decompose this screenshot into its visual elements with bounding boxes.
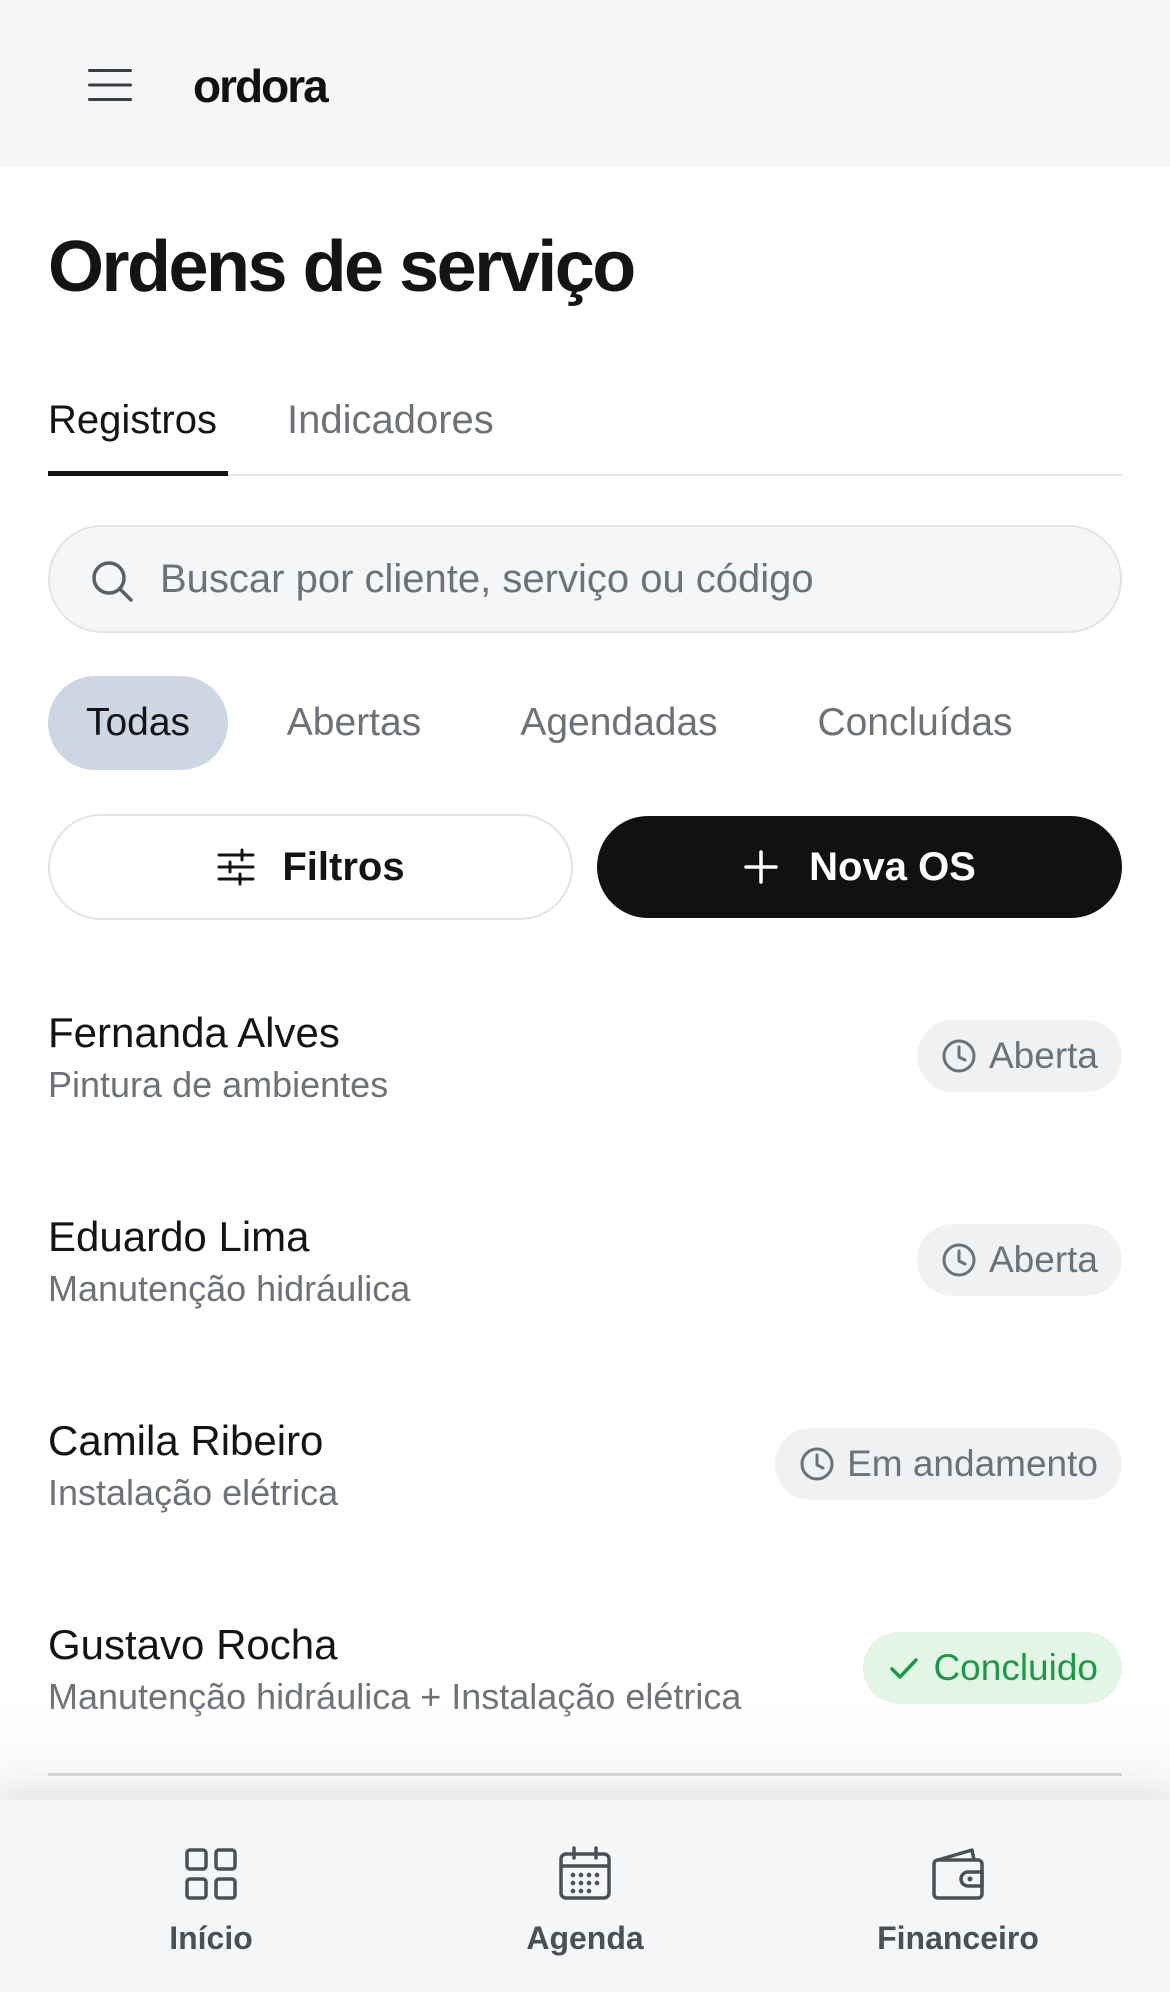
- status-badge-label: Em andamento: [847, 1443, 1098, 1484]
- order-client-name: Gustavo Rocha: [48, 1621, 338, 1668]
- status-badge: Em andamento: [775, 1428, 1122, 1500]
- nav-item-inicio[interactable]: Início: [111, 1844, 311, 1974]
- new-order-button[interactable]: Nova OS: [597, 816, 1122, 918]
- check-icon: [890, 1658, 919, 1679]
- nav-item-financeiro[interactable]: Financeiro: [858, 1844, 1058, 1974]
- calendar-icon: [559, 1846, 611, 1900]
- filters-button-label: Filtros: [282, 844, 405, 889]
- nav-label: Financeiro: [877, 1920, 1039, 1956]
- tab-indicadores[interactable]: Indicadores: [287, 390, 494, 450]
- tab-registros[interactable]: Registros: [48, 390, 217, 450]
- order-service: Manutenção hidráulica: [48, 1268, 411, 1309]
- top-app-bar: ordora: [0, 0, 1170, 167]
- order-service: Pintura de ambientes: [48, 1064, 389, 1105]
- status-badge-label: Aberta: [988, 1035, 1098, 1076]
- filters-button[interactable]: Filtros: [48, 814, 573, 920]
- active-tab-indicator: [48, 471, 228, 476]
- search-input[interactable]: [160, 529, 1060, 629]
- list-item[interactable]: Camila Ribeiro Instalação elétrica Em an…: [48, 1414, 1122, 1524]
- nav-label: Agenda: [526, 1920, 644, 1956]
- clock-icon: [800, 1447, 834, 1481]
- list-item[interactable]: Eduardo Lima Manutenção hidráulica Abert…: [48, 1210, 1122, 1320]
- order-client-name: Eduardo Lima: [48, 1213, 310, 1260]
- order-service: Manutenção hidráulica + Instalação elétr…: [48, 1676, 742, 1717]
- chip-abertas[interactable]: Abertas: [262, 676, 446, 770]
- page-title: Ordens de serviço: [48, 227, 636, 307]
- clock-icon: [942, 1039, 976, 1073]
- nav-item-agenda[interactable]: Agenda: [485, 1844, 685, 1974]
- chip-todas[interactable]: Todas: [48, 676, 228, 770]
- search-bar: [48, 525, 1122, 633]
- order-service: Instalação elétrica: [48, 1472, 339, 1513]
- clock-icon: [942, 1243, 976, 1277]
- grid-icon: [185, 1848, 237, 1900]
- sliders-icon: [217, 848, 255, 886]
- list-item[interactable]: Fernanda Alves Pintura de ambientes Aber…: [48, 1006, 1122, 1116]
- order-client-name: Fernanda Alves: [48, 1009, 340, 1056]
- hamburger-icon: [88, 69, 132, 101]
- tab-bar: Registros Indicadores: [48, 380, 1122, 476]
- new-order-button-label: Nova OS: [809, 844, 976, 889]
- status-badge-label: Aberta: [988, 1239, 1098, 1280]
- bottom-navigation: Início Agenda Financeiro: [0, 1800, 1170, 1992]
- hamburger-menu-button[interactable]: [80, 60, 140, 110]
- status-badge-label: Concluido: [933, 1647, 1098, 1688]
- order-client-name: Camila Ribeiro: [48, 1417, 324, 1464]
- list-item[interactable]: Gustavo Rocha Manutenção hidráulica + In…: [48, 1618, 1122, 1728]
- plus-icon: [744, 850, 778, 884]
- chip-concluidas[interactable]: Concluídas: [796, 676, 1034, 770]
- status-badge: Aberta: [916, 1020, 1122, 1092]
- app-logo[interactable]: ordora: [193, 56, 329, 116]
- status-badge: Concluido: [863, 1632, 1122, 1704]
- chip-agendadas[interactable]: Agendadas: [498, 676, 740, 770]
- wallet-icon: [932, 1848, 984, 1900]
- nav-label: Início: [169, 1920, 253, 1956]
- status-badge: Aberta: [916, 1224, 1122, 1296]
- divider: [48, 1773, 1122, 1776]
- search-icon: [92, 561, 133, 602]
